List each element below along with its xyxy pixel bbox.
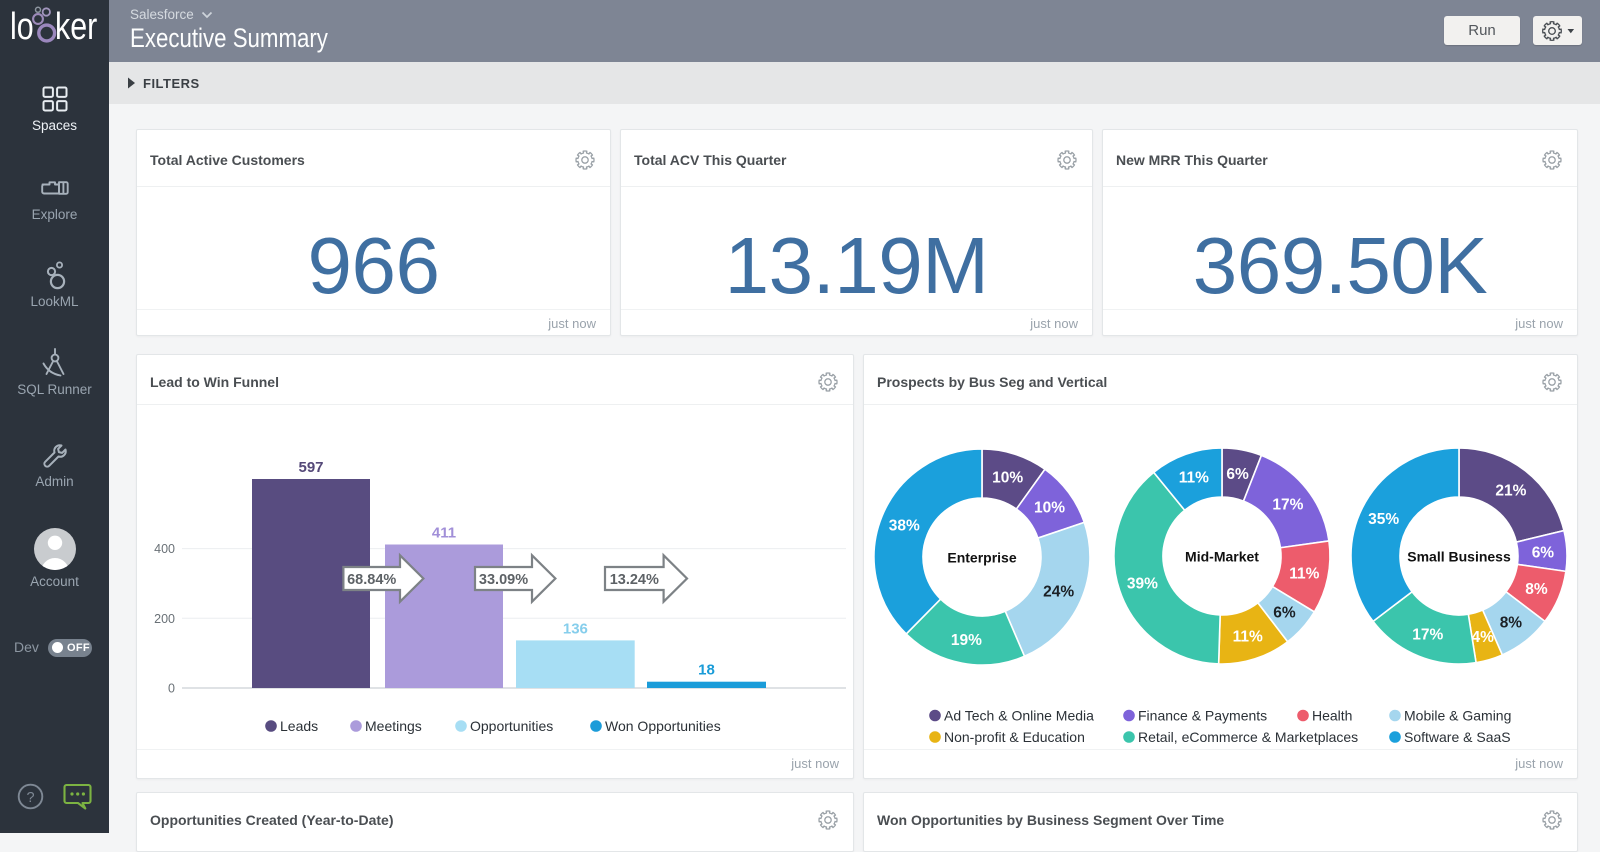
svg-text:Health: Health — [1312, 708, 1352, 724]
svg-text:200: 200 — [154, 612, 175, 626]
svg-text:33.09%: 33.09% — [479, 572, 528, 588]
svg-text:Non-profit & Education: Non-profit & Education — [944, 729, 1085, 745]
svg-text:411: 411 — [432, 525, 456, 542]
svg-text:Ad Tech & Online Media: Ad Tech & Online Media — [944, 708, 1094, 724]
svg-text:597: 597 — [298, 459, 323, 476]
svg-text:13.24%: 13.24% — [610, 572, 659, 588]
svg-text:68.84%: 68.84% — [347, 572, 396, 588]
svg-text:Mobile & Gaming: Mobile & Gaming — [1404, 708, 1511, 724]
svg-text:400: 400 — [154, 542, 175, 556]
svg-text:Won Opportunities: Won Opportunities — [605, 718, 721, 734]
svg-text:?: ? — [26, 790, 34, 806]
svg-text:136: 136 — [563, 620, 588, 637]
svg-text:Meetings: Meetings — [365, 718, 422, 734]
svg-text:Leads: Leads — [280, 718, 318, 734]
svg-text:Retail, eCommerce & Marketplac: Retail, eCommerce & Marketplaces — [1138, 729, 1358, 745]
svg-text:Software & SaaS: Software & SaaS — [1404, 729, 1511, 745]
svg-text:18: 18 — [698, 662, 715, 679]
svg-text:0: 0 — [168, 682, 175, 696]
svg-text:Opportunities: Opportunities — [470, 718, 553, 734]
svg-text:Finance & Payments: Finance & Payments — [1138, 708, 1267, 724]
